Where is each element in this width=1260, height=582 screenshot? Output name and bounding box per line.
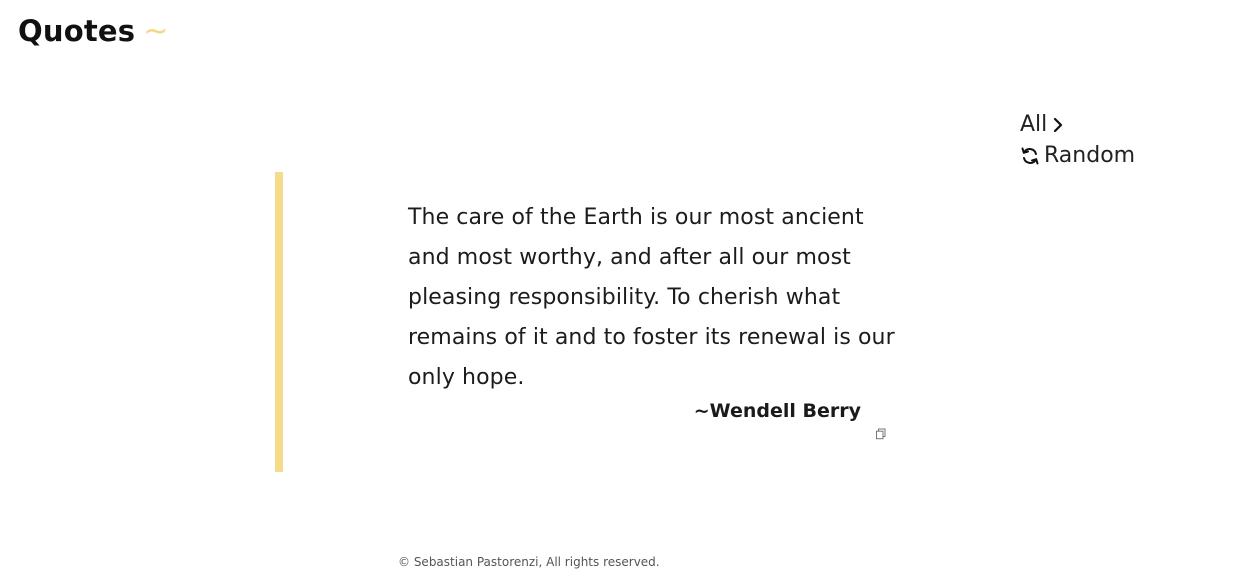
copy-icon xyxy=(875,428,887,440)
quote-author: ~Wendell Berry xyxy=(693,400,861,422)
site-header: Quotes ~ xyxy=(18,14,168,48)
refresh-icon xyxy=(1020,146,1040,166)
random-quote-label: Random xyxy=(1044,143,1136,168)
all-quotes-label: All xyxy=(1020,112,1048,137)
tilde-logo-icon: ~ xyxy=(143,14,169,49)
site-title[interactable]: Quotes xyxy=(18,14,135,48)
quote-block: The care of the Earth is our most ancien… xyxy=(275,172,915,472)
footer-copyright: © Sebastian Pastorenzi, All rights reser… xyxy=(398,555,660,569)
quote-accent-bar xyxy=(275,172,283,472)
random-quote-link[interactable]: Random xyxy=(1020,143,1135,168)
chevron-right-icon xyxy=(1051,117,1065,133)
quote-text: The care of the Earth is our most ancien… xyxy=(408,205,895,390)
copy-quote-button[interactable] xyxy=(875,428,887,440)
quote-nav: All Random xyxy=(1020,112,1135,168)
page: Quotes ~ All Random The care of the Eart… xyxy=(0,0,1260,582)
all-quotes-link[interactable]: All xyxy=(1020,112,1135,137)
